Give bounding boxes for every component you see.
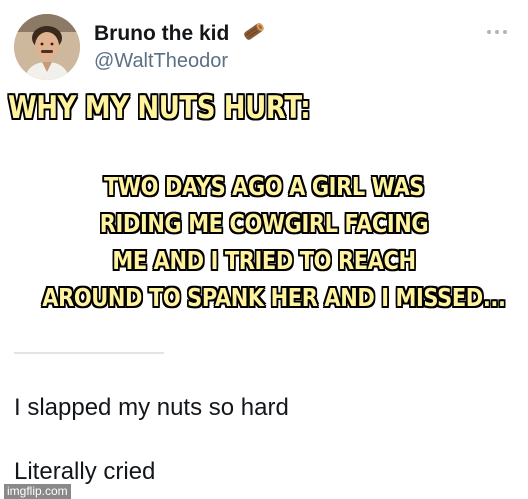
faded-text-remnant	[14, 352, 164, 354]
user-handle[interactable]: @WaltTheodor	[94, 50, 228, 73]
watermark: imgflip.com	[4, 484, 71, 499]
more-options-icon[interactable]	[486, 28, 508, 36]
meme-story-line: ME AND I TRIED TO REACH	[112, 245, 417, 276]
meme-story: TWO DAYS AGO A GIRL WAS RIDING ME COWGIR…	[42, 168, 507, 316]
tweet-text-line: I slapped my nuts so hard	[14, 394, 289, 421]
display-name[interactable]: Bruno the kid	[94, 20, 267, 46]
avatar[interactable]	[14, 14, 80, 80]
avatar-photo	[14, 14, 80, 80]
tweet-text-line: Literally cried	[14, 458, 156, 485]
meme-heading: WHY MY NUTS HURT:	[7, 89, 311, 127]
meme-story-line: AROUND TO SPANK HER AND I MISSED...	[42, 282, 507, 313]
firewood-log-icon	[244, 22, 265, 40]
meme-story-line: RIDING ME COWGIRL FACING	[99, 208, 429, 239]
display-name-text: Bruno the kid	[94, 22, 230, 45]
tweet-card: Bruno the kid @WaltTheodor WHY MY NUTS H…	[0, 0, 528, 499]
meme-story-line: TWO DAYS AGO A GIRL WAS	[103, 171, 425, 202]
